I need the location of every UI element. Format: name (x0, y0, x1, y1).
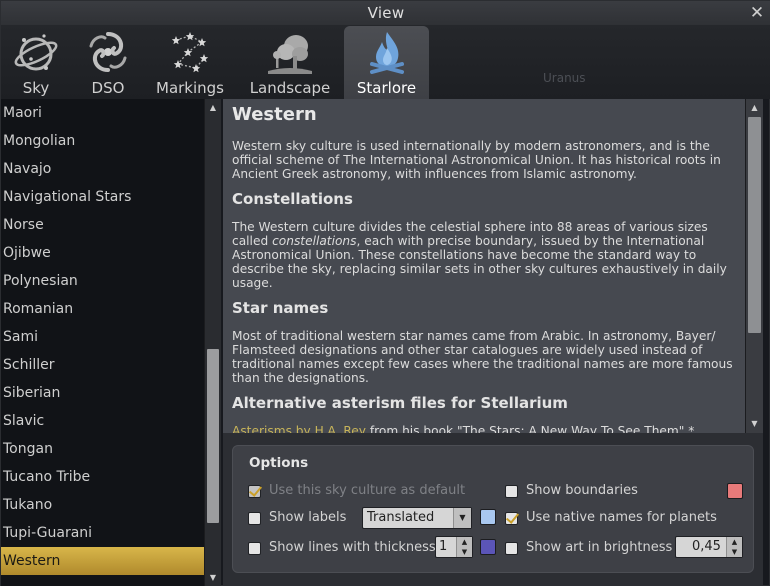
alternative-asterisms-text: Asterisms by H.A. Rey from his book "The… (232, 424, 742, 433)
title-bar[interactable]: View ✕ (1, 1, 770, 25)
options-title: Options (249, 455, 309, 471)
spin-up-icon[interactable]: ▲ (727, 537, 742, 547)
culture-title: Western (232, 104, 317, 125)
spin-down-icon[interactable]: ▼ (457, 547, 472, 557)
tab-markings[interactable]: Markings (151, 26, 229, 99)
options-panel: Options Use this sky culture as default … (223, 433, 763, 586)
list-item[interactable]: Tucano Tribe (1, 463, 204, 491)
line-thickness-arrows: ▲ ▼ (456, 537, 472, 557)
chevron-down-icon[interactable]: ▼ (453, 508, 471, 528)
show-lines-checkbox[interactable] (248, 542, 261, 555)
description-scrollbar[interactable]: ▲ ▼ (745, 99, 763, 433)
background-planet-label: Uranus (543, 71, 586, 85)
constellations-heading: Constellations (232, 190, 353, 208)
tab-starlore[interactable]: Starlore (344, 26, 429, 99)
list-item[interactable]: Siberian (1, 379, 204, 407)
scroll-down-icon[interactable]: ▼ (205, 571, 221, 585)
list-item[interactable]: Sami (1, 323, 204, 351)
list-item[interactable]: Slavic (1, 407, 204, 435)
scroll-up-icon[interactable]: ▲ (205, 101, 221, 115)
options-group: Options Use this sky culture as default … (232, 445, 754, 573)
list-item[interactable]: Western (1, 547, 204, 575)
list-item[interactable]: Tongan (1, 435, 204, 463)
tab-dso[interactable]: DSO (81, 26, 135, 99)
desc-scroll-down-icon[interactable]: ▼ (746, 417, 763, 431)
list-item[interactable]: Tukano (1, 491, 204, 519)
view-dialog: View ✕ Sky DSO Markings Landscape Starlo… (0, 0, 770, 586)
list-item[interactable]: Maori (1, 99, 204, 127)
native-names-checkbox[interactable] (505, 512, 518, 525)
list-item[interactable]: Romanian (1, 295, 204, 323)
tab-dso-label: DSO (91, 79, 125, 97)
labels-mode-value: Translated (367, 510, 435, 525)
lines-color-button[interactable] (480, 539, 496, 555)
list-item[interactable]: Norse (1, 211, 204, 239)
show-labels-checkbox[interactable] (248, 512, 261, 525)
star-names-heading: Star names (232, 299, 329, 317)
list-item[interactable]: Navajo (1, 155, 204, 183)
line-thickness-value: 1 (439, 539, 448, 554)
tab-sky[interactable]: Sky (7, 26, 65, 99)
tab-markings-label: Markings (156, 79, 224, 97)
list-item[interactable]: Ojibwe (1, 239, 204, 267)
culture-description: Western Western sky culture is used inte… (223, 99, 763, 433)
tab-sky-label: Sky (22, 79, 50, 97)
tab-bar: Sky DSO Markings Landscape Starlore (1, 25, 770, 99)
tab-landscape[interactable]: Landscape (245, 26, 335, 99)
campfire-icon (369, 32, 404, 74)
labels-mode-select[interactable]: Translated ▼ (362, 507, 472, 529)
constellations-text: The Western culture divides the celestia… (232, 220, 727, 290)
show-boundaries-checkbox[interactable] (505, 485, 518, 498)
boundaries-color-button[interactable] (727, 483, 743, 499)
sky-culture-list[interactable]: Maori Mongolian Navajo Navigational Stars No… (1, 99, 221, 586)
description-scrollbar-thumb[interactable] (748, 117, 761, 333)
list-item[interactable]: Mongolian (1, 127, 204, 155)
spin-down-icon[interactable]: ▼ (727, 547, 742, 557)
tree-icon (268, 35, 312, 74)
art-brightness-spinbox[interactable]: 0,45 ▲ ▼ (675, 536, 743, 558)
culture-list-items: Maori Mongolian Navajo Navigational Stars No… (1, 99, 204, 575)
list-item[interactable]: Navigational Stars (1, 183, 204, 211)
list-item[interactable]: Tupi-Guarani (1, 519, 204, 547)
art-brightness-value: 0,45 (692, 539, 721, 554)
close-icon[interactable]: ✕ (749, 4, 765, 22)
show-boundaries-label: Show boundaries (526, 483, 638, 498)
culture-intro: Western sky culture is used internationa… (232, 139, 721, 181)
native-names-label: Use native names for planets (526, 510, 717, 525)
asterisms-link[interactable]: Asterisms by H.A. Rey (232, 424, 366, 433)
list-item[interactable]: Polynesian (1, 267, 204, 295)
show-art-checkbox[interactable] (505, 542, 518, 555)
list-item[interactable]: Schiller (1, 351, 204, 379)
sky-icon (14, 34, 58, 71)
labels-color-button[interactable] (480, 509, 496, 525)
use-default-label: Use this sky culture as default (269, 483, 466, 498)
window-title: View (367, 4, 405, 22)
star-names-text: Most of traditional western star names c… (232, 329, 733, 385)
use-default-checkbox[interactable] (248, 485, 261, 498)
show-art-label: Show art in brightness (526, 540, 673, 555)
show-lines-label: Show lines with thickness (269, 540, 436, 555)
tab-starlore-label: Starlore (356, 79, 417, 97)
spin-up-icon[interactable]: ▲ (457, 537, 472, 547)
alternative-asterisms-heading: Alternative asterism files for Stellariu… (232, 394, 568, 412)
desc-scroll-up-icon[interactable]: ▲ (746, 101, 763, 115)
line-thickness-spinbox[interactable]: 1 ▲ ▼ (435, 536, 473, 558)
constellation-icon (171, 32, 209, 73)
show-labels-label: Show labels (269, 510, 347, 525)
list-scrollbar[interactable]: ▲ ▼ (204, 99, 221, 586)
tab-landscape-label: Landscape (249, 79, 331, 97)
art-brightness-arrows: ▲ ▼ (726, 537, 742, 557)
galaxy-icon (89, 32, 127, 72)
list-scrollbar-thumb[interactable] (207, 349, 219, 523)
